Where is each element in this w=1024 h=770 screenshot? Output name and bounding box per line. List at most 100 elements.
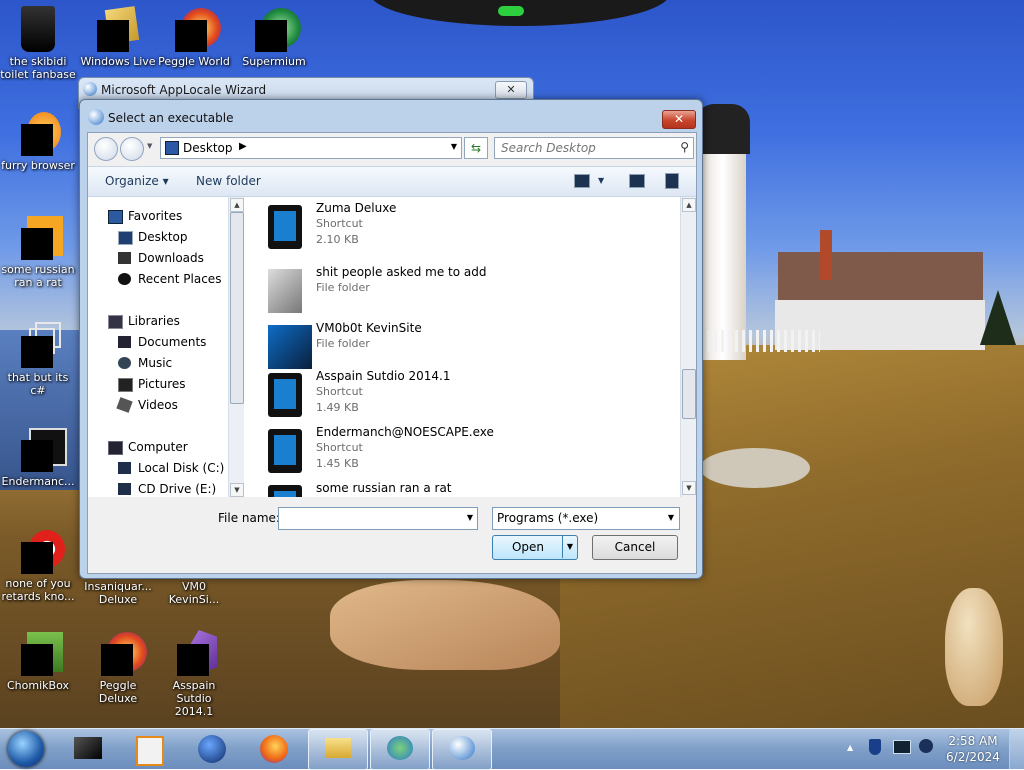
- top-gadget-indicator: [498, 6, 524, 16]
- recent-pages-chevron-icon[interactable]: ▼: [147, 142, 152, 150]
- folder-icon: [325, 738, 351, 758]
- organize-button[interactable]: Organize ▾: [105, 174, 169, 188]
- file-type-value: Programs (*.exe): [497, 511, 599, 525]
- wallpaper-roof: [778, 252, 983, 302]
- file-size: 1.49 KB: [316, 401, 359, 414]
- taskbar-explorer[interactable]: [308, 729, 368, 770]
- desktop-icon-windows-live[interactable]: Windows Live: [80, 6, 156, 68]
- shortcut-icon: [268, 429, 302, 473]
- file-item-shit-people[interactable]: shit people asked me to add File folder: [264, 265, 664, 315]
- preview-pane-icon[interactable]: [629, 174, 645, 188]
- desktop-icon-label: Endermanc...: [1, 475, 75, 488]
- cd-drive-icon: [118, 483, 131, 495]
- desktop-icon-that-but-csharp[interactable]: that but its c#: [0, 322, 76, 397]
- scroll-down-icon[interactable]: ▼: [230, 483, 244, 497]
- breadcrumb-arrow-icon[interactable]: ▶: [239, 141, 247, 152]
- desktop-icon-label: the skibidi toilet fanbase: [0, 55, 76, 81]
- opera-icon: [15, 528, 65, 574]
- network-icon[interactable]: [893, 740, 911, 754]
- wizard-close-button[interactable]: ✕: [495, 81, 527, 99]
- taskbar-media-player[interactable]: [126, 731, 170, 767]
- file-item-russian-rat[interactable]: some russian ran a rat: [264, 481, 664, 497]
- address-text[interactable]: Desktop: [183, 141, 233, 155]
- navigation-pane: Favorites Desktop Downloads Recent Place…: [88, 197, 244, 497]
- music-icon: [118, 357, 131, 369]
- select-executable-dialog[interactable]: Select an executable ✕ ▼ Desktop ▶ ▼ ⇆ ⚲…: [79, 99, 703, 579]
- show-hidden-icons-chevron[interactable]: ▲: [847, 743, 853, 752]
- chomikbox-icon: [15, 630, 63, 676]
- desktop-icon-label: ChomikBox: [7, 679, 69, 692]
- show-desktop-button[interactable]: [1009, 729, 1024, 769]
- desktop-icon-label: VM0 KevinSi...: [168, 580, 220, 606]
- taskbar-applocale[interactable]: [432, 729, 492, 770]
- taskbar-firefox[interactable]: [252, 731, 296, 767]
- desktop-icon-label: furry browser: [1, 159, 75, 172]
- action-center-flag-icon[interactable]: [869, 739, 881, 755]
- file-item-asspain[interactable]: Asspain Sutdio 2014.1 Shortcut 1.49 KB: [264, 369, 664, 419]
- search-input[interactable]: [499, 139, 673, 157]
- desktop-icon-furry-browser[interactable]: furry browser: [0, 110, 76, 172]
- clock[interactable]: 2:58 AM 6/2/2024: [938, 733, 1008, 765]
- taskbar: ▲ 2:58 AM 6/2/2024: [0, 728, 1024, 770]
- file-type-dropdown-icon[interactable]: ▼: [668, 513, 674, 522]
- dialog-close-button[interactable]: ✕: [662, 110, 696, 129]
- taskbar-globe[interactable]: [190, 731, 234, 767]
- file-size: 1.45 KB: [316, 457, 359, 470]
- furry-browser-icon: [15, 110, 61, 156]
- scrollbar-thumb[interactable]: [682, 369, 696, 419]
- scrollbar-thumb[interactable]: [230, 212, 244, 404]
- desktop-icon-endermanch[interactable]: Endermanc...: [0, 426, 76, 488]
- file-size: 2.10 KB: [316, 233, 359, 246]
- desktop-icon-vm0-kevinsite[interactable]: VM0 KevinSi...: [156, 580, 232, 606]
- gopher-widget[interactable]: [945, 588, 1003, 706]
- forward-button[interactable]: [120, 137, 144, 161]
- scroll-down-icon[interactable]: ▼: [682, 481, 696, 495]
- start-button[interactable]: [8, 731, 44, 767]
- search-box[interactable]: ⚲: [494, 137, 694, 159]
- desktop-icon-peggle-deluxe[interactable]: Peggle Deluxe: [80, 630, 156, 705]
- address-dropdown-icon[interactable]: ▼: [451, 142, 457, 151]
- favorites-star-icon: [108, 210, 123, 224]
- file-name-dropdown-icon[interactable]: ▼: [467, 513, 473, 522]
- nav-label: Libraries: [128, 314, 180, 328]
- search-icon[interactable]: ⚲: [680, 140, 689, 154]
- applocale-globe-icon: [449, 736, 475, 760]
- cancel-button[interactable]: Cancel: [592, 535, 678, 560]
- scroll-up-icon[interactable]: ▲: [682, 198, 696, 212]
- change-view-icon[interactable]: [574, 174, 590, 188]
- desktop-icon-peggle-world[interactable]: Peggle World: [156, 6, 232, 68]
- desktop-icon-supermium[interactable]: Supermium: [236, 6, 312, 68]
- view-dropdown-icon[interactable]: ▼: [598, 176, 604, 185]
- dialog-titlebar[interactable]: Select an executable ✕: [80, 100, 702, 134]
- file-item-zuma-deluxe[interactable]: Zuma Deluxe Shortcut 2.10 KB: [264, 201, 664, 251]
- file-list-scrollbar[interactable]: ▲ ▼: [680, 197, 696, 497]
- open-button[interactable]: Open ▼: [492, 535, 578, 560]
- taskbar-users[interactable]: [370, 729, 430, 770]
- desktop-icon-russian-rat[interactable]: some russian ran a rat: [0, 214, 76, 289]
- shortcut-icon: [268, 485, 302, 497]
- file-name-combobox[interactable]: ▼: [278, 507, 478, 530]
- file-name-input[interactable]: [281, 510, 457, 528]
- volume-icon[interactable]: [919, 739, 933, 753]
- desktop-icon-chomikbox[interactable]: ChomikBox: [0, 630, 76, 692]
- refresh-button[interactable]: ⇆: [464, 137, 488, 159]
- address-bar[interactable]: Desktop ▶ ▼: [160, 137, 462, 159]
- help-icon[interactable]: [665, 173, 679, 189]
- back-button[interactable]: [94, 137, 118, 161]
- file-item-vm0b0t[interactable]: VM0b0t KevinSite File folder: [264, 321, 664, 371]
- shortcut-icon: [268, 373, 302, 417]
- file-name: Zuma Deluxe: [316, 201, 397, 215]
- new-folder-button[interactable]: New folder: [196, 174, 261, 188]
- navigation-pane-scrollbar[interactable]: ▲ ▼: [228, 197, 244, 497]
- desktop-icon-none-of-you[interactable]: none of you retards kno...: [0, 528, 76, 603]
- file-type: Shortcut: [316, 385, 363, 398]
- shortcut-icon: [268, 205, 302, 249]
- taskbar-app-box[interactable]: [66, 731, 110, 767]
- desktop-icon-asspain[interactable]: Asspain Sutdio 2014.1: [156, 630, 232, 718]
- desktop-icon-insaniquarium[interactable]: Insaniquar... Deluxe: [80, 580, 156, 606]
- file-type-select[interactable]: Programs (*.exe) ▼: [492, 507, 680, 530]
- file-item-endermanch[interactable]: Endermanch@NOESCAPE.exe Shortcut 1.45 KB: [264, 425, 664, 475]
- scroll-up-icon[interactable]: ▲: [230, 198, 244, 212]
- desktop-icon-skibidi[interactable]: the skibidi toilet fanbase: [0, 6, 76, 81]
- open-split-dropdown-icon[interactable]: ▼: [562, 536, 577, 558]
